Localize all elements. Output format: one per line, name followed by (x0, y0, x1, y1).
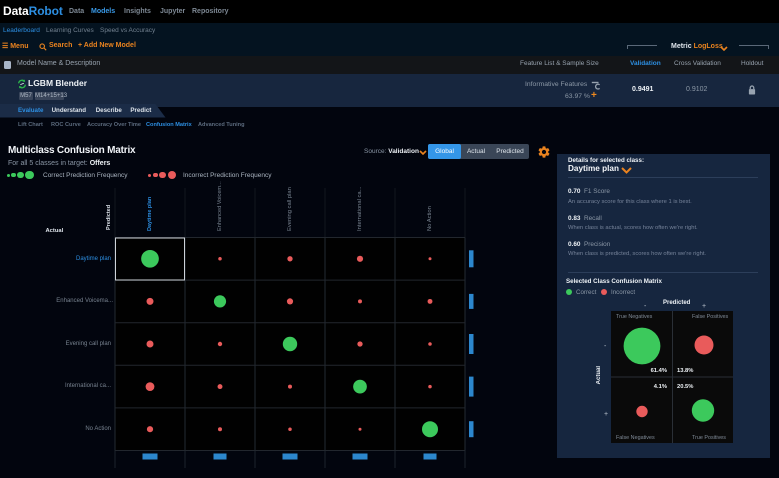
svg-text:-: - (604, 343, 607, 350)
svg-text:+: + (702, 303, 706, 310)
svg-text:-: - (644, 303, 647, 310)
svg-text:+: + (604, 411, 608, 418)
